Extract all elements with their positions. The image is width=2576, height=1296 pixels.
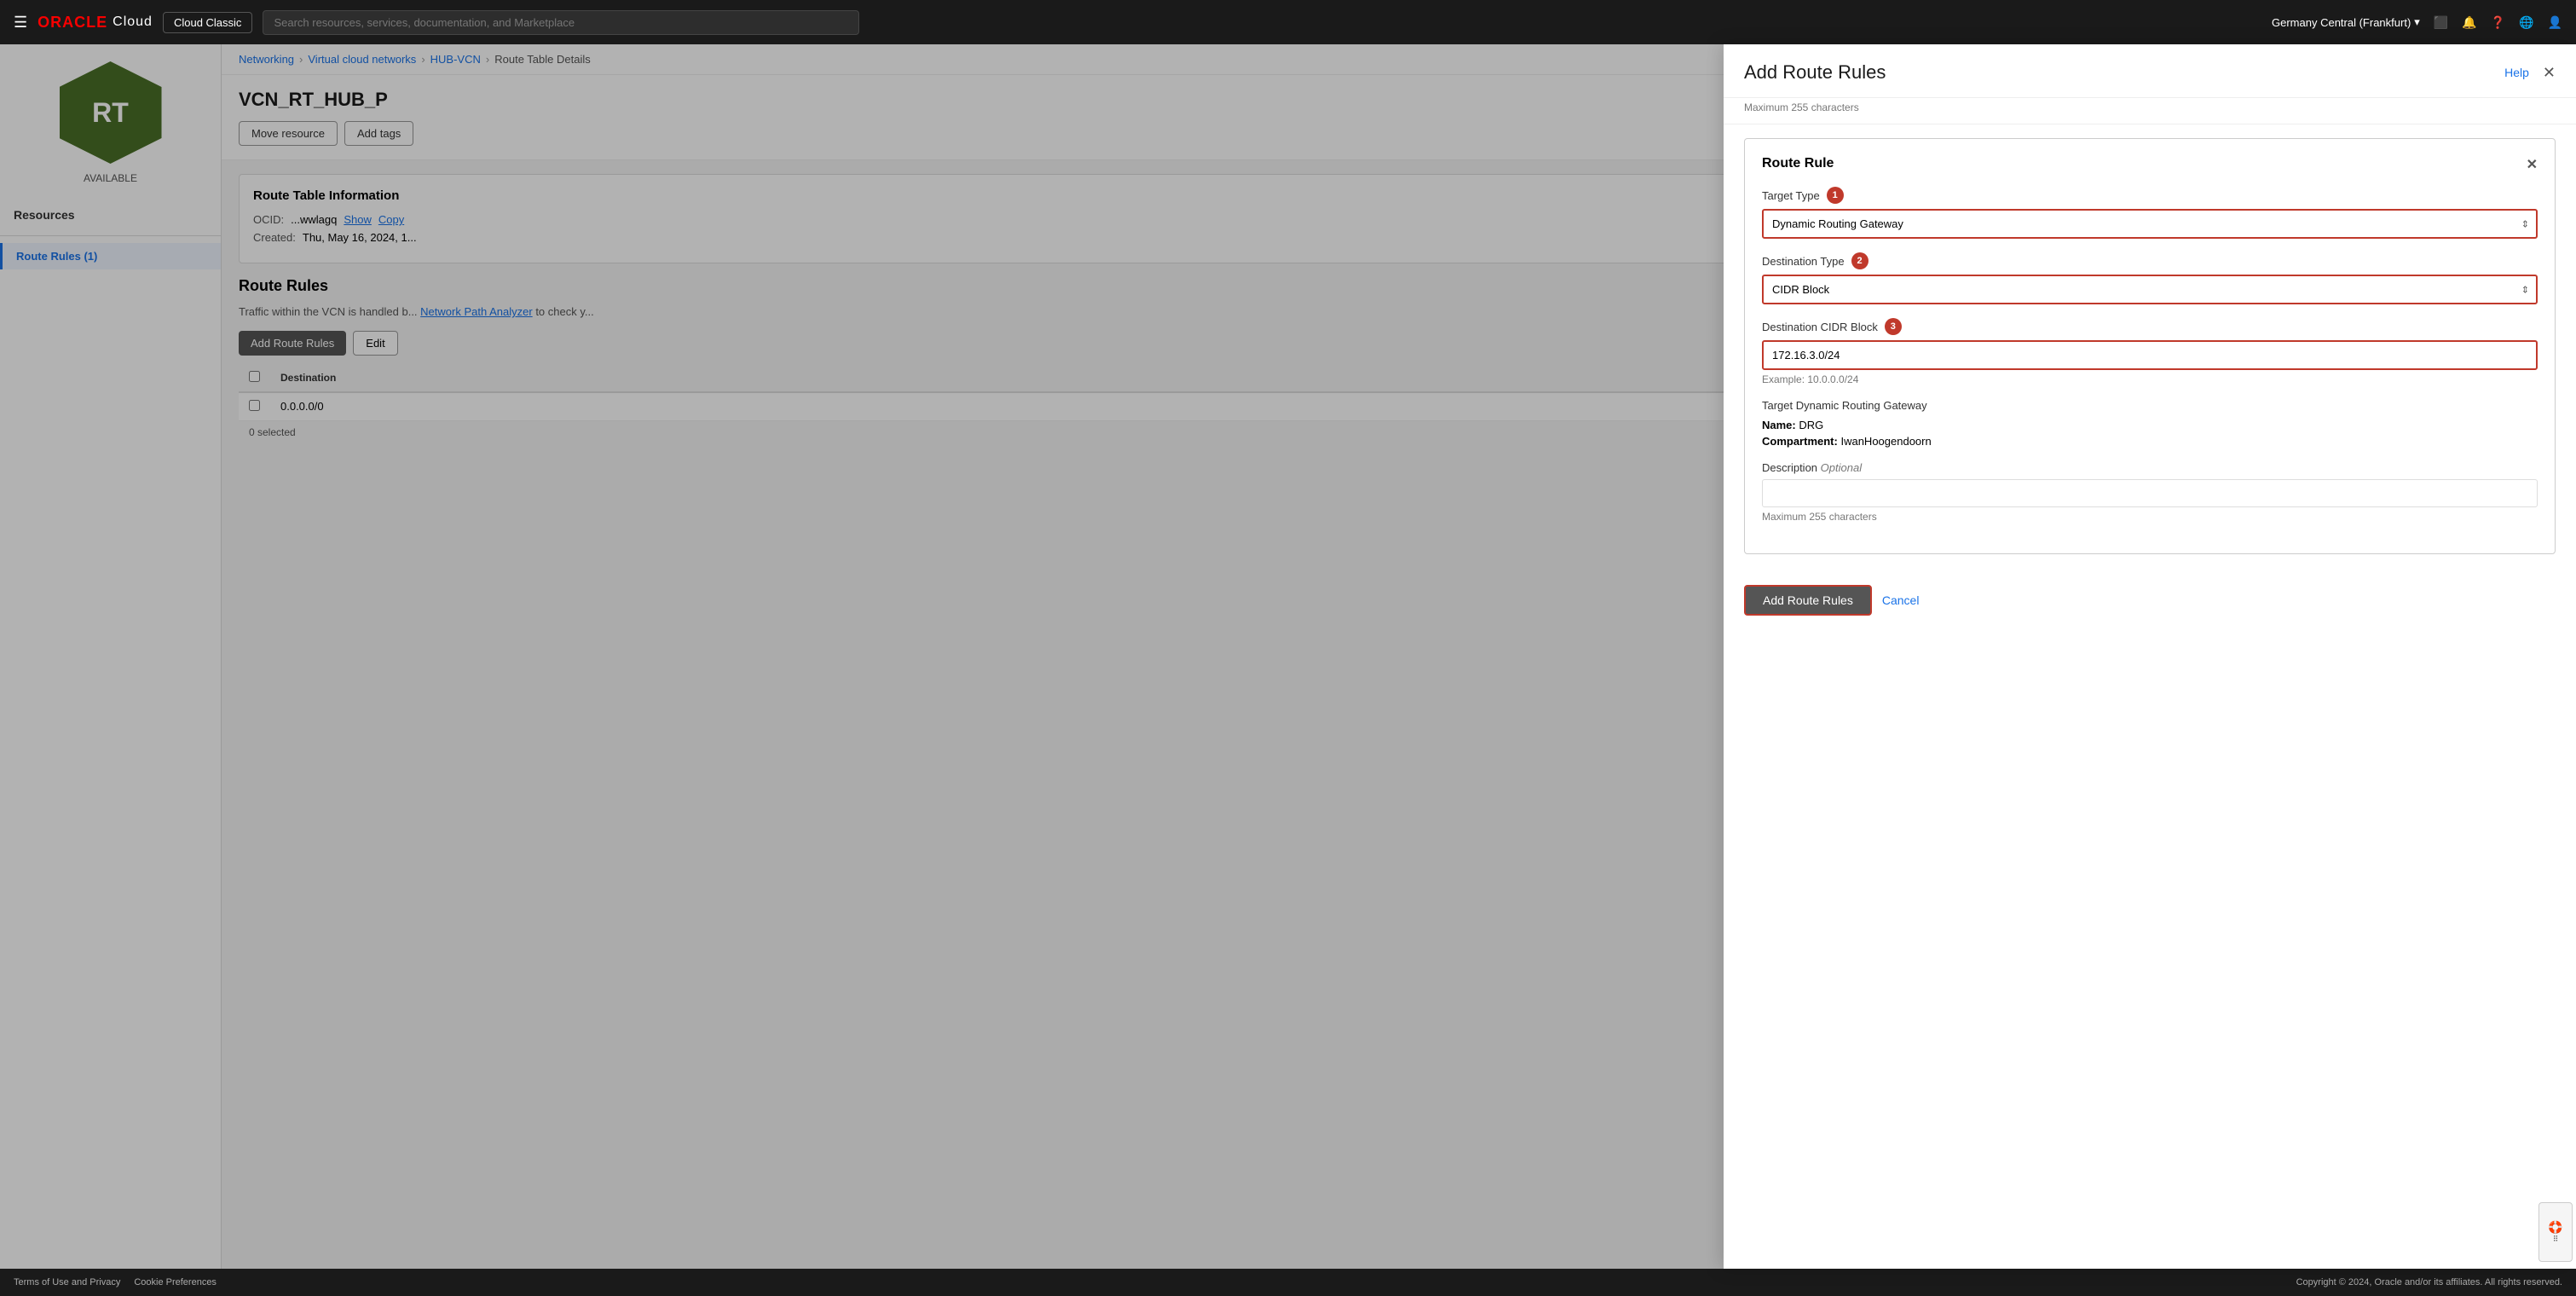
drg-compartment-row: Compartment: IwanHoogendoorn: [1762, 435, 2538, 448]
console-icon[interactable]: ⬛: [2434, 15, 2448, 30]
destination-cidr-group: Destination CIDR Block 3 Example: 10.0.0…: [1762, 318, 2538, 385]
copyright-text: Copyright © 2024, Oracle and/or its affi…: [2296, 1277, 2562, 1287]
destination-type-label: Destination Type 2: [1762, 252, 2538, 269]
target-type-select[interactable]: Dynamic Routing Gateway: [1762, 209, 2538, 239]
oracle-text: ORACLE: [38, 14, 107, 32]
footer: Terms of Use and Privacy Cookie Preferen…: [0, 1269, 2576, 1296]
description-input[interactable]: [1762, 479, 2538, 507]
description-label: Description Optional: [1762, 461, 2538, 474]
target-drg-label: Target Dynamic Routing Gateway: [1762, 399, 2538, 412]
cancel-button[interactable]: Cancel: [1882, 593, 1920, 607]
region-label: Germany Central (Frankfurt): [2272, 16, 2411, 29]
chevron-down-icon: ▾: [2414, 15, 2420, 29]
target-type-label: Target Type 1: [1762, 187, 2538, 204]
card-close-icon[interactable]: ✕: [2527, 156, 2538, 173]
max-chars-hint-top: Maximum 255 characters: [1724, 98, 2576, 124]
description-max-chars: Maximum 255 characters: [1762, 511, 2538, 523]
globe-icon[interactable]: 🌐: [2519, 15, 2533, 30]
bell-icon[interactable]: 🔔: [2462, 15, 2476, 30]
destination-type-group: Destination Type 2 CIDR Block: [1762, 252, 2538, 304]
drg-compartment-value: IwanHoogendoorn: [1840, 435, 1931, 448]
target-type-badge: 1: [1827, 187, 1844, 204]
optional-label: Optional: [1821, 461, 1862, 474]
destination-cidr-input[interactable]: [1762, 340, 2538, 370]
destination-cidr-hint: Example: 10.0.0.0/24: [1762, 373, 2538, 385]
help-widget-icon: 🛟: [2548, 1220, 2562, 1235]
destination-type-select[interactable]: CIDR Block: [1762, 275, 2538, 304]
help-icon[interactable]: ❓: [2491, 15, 2505, 30]
add-route-rules-label: Add Route Rules: [1763, 593, 1853, 607]
destination-cidr-label: Destination CIDR Block 3: [1762, 318, 2538, 335]
hamburger-menu-icon[interactable]: ☰: [14, 14, 27, 32]
slide-panel-footer: Add Route Rules Cancel: [1724, 568, 2576, 633]
target-type-select-wrapper: Dynamic Routing Gateway: [1762, 209, 2538, 239]
drg-name-label: Name:: [1762, 419, 1796, 431]
cloud-text: Cloud: [113, 14, 153, 30]
cookies-link[interactable]: Cookie Preferences: [134, 1277, 217, 1287]
region-selector[interactable]: Germany Central (Frankfurt) ▾: [2272, 15, 2420, 29]
top-navigation: ☰ ORACLE Cloud Cloud Classic Germany Cen…: [0, 0, 2576, 44]
description-group: Description Optional Maximum 255 charact…: [1762, 461, 2538, 523]
target-type-group: Target Type 1 Dynamic Routing Gateway: [1762, 187, 2538, 239]
footer-left: Terms of Use and Privacy Cookie Preferen…: [14, 1277, 217, 1287]
help-widget[interactable]: 🛟 ⠿: [2538, 1202, 2573, 1262]
destination-type-badge: 2: [1851, 252, 1868, 269]
add-route-rules-button[interactable]: Add Route Rules: [1744, 585, 1872, 616]
drg-compartment-label: Compartment:: [1762, 435, 1838, 448]
destination-type-select-wrapper: CIDR Block: [1762, 275, 2538, 304]
slide-panel: Add Route Rules Help ✕ Maximum 255 chara…: [1724, 44, 2576, 1269]
slide-panel-header: Add Route Rules Help ✕: [1724, 44, 2576, 98]
cloud-classic-button[interactable]: Cloud Classic: [163, 12, 252, 33]
drg-name-row: Name: DRG: [1762, 419, 2538, 431]
search-input[interactable]: [263, 10, 859, 35]
close-icon[interactable]: ✕: [2543, 64, 2556, 82]
terms-link[interactable]: Terms of Use and Privacy: [14, 1277, 120, 1287]
help-link[interactable]: Help: [2504, 66, 2529, 79]
drg-name-value: DRG: [1799, 419, 1823, 431]
route-rule-card-title: Route Rule ✕: [1762, 156, 2538, 173]
route-rule-card: Route Rule ✕ Target Type 1 Dynamic Routi…: [1744, 138, 2556, 554]
oracle-logo: ORACLE Cloud: [38, 14, 153, 32]
target-drg-info: Target Dynamic Routing Gateway Name: DRG…: [1762, 399, 2538, 448]
help-widget-label: ⠿: [2553, 1235, 2559, 1244]
destination-cidr-badge: 3: [1885, 318, 1902, 335]
nav-right: Germany Central (Frankfurt) ▾ ⬛ 🔔 ❓ 🌐 👤: [2272, 15, 2562, 30]
user-icon[interactable]: 👤: [2548, 15, 2562, 30]
slide-panel-title: Add Route Rules: [1744, 61, 1886, 84]
